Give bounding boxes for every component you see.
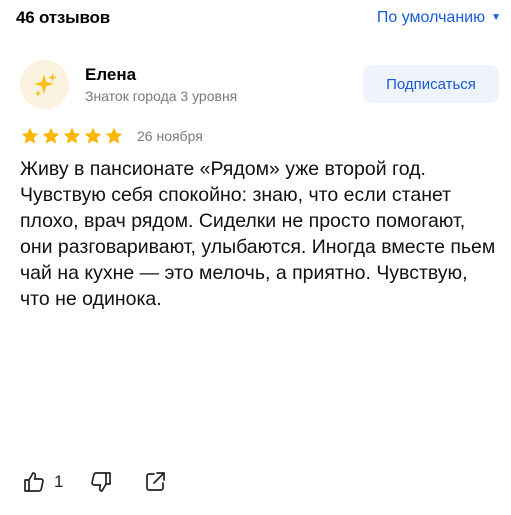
star-icon [21,127,39,144]
sparkles-icon [33,72,57,97]
rating-row: 26 ноября [20,126,203,146]
star-rating [20,126,124,146]
avatar[interactable] [20,60,69,109]
thumbs-down-icon[interactable] [89,470,113,494]
like-count: 1 [54,472,64,491]
author-status: Знаток города 3 уровня [85,88,238,104]
review-text: Живу в пансионате «Рядом» уже второй год… [20,158,496,310]
review-actions: 1 [22,470,167,494]
sort-label: По умолчанию [376,9,486,26]
caret-down-icon: ▼ [491,12,501,23]
star-icon [105,127,123,144]
review-date: 26 ноября [137,128,203,144]
star-icon [42,127,60,144]
reviews-header: 46 отзывов По умолчанию ▼ [16,6,501,30]
sort-dropdown[interactable]: По умолчанию ▼ [377,9,501,27]
subscribe-button[interactable]: Подписаться [363,65,499,103]
review-count: 46 отзывов [16,8,110,27]
review-author: Елена Знаток города 3 уровня [20,60,237,109]
thumbs-up-icon[interactable] [22,470,46,494]
share-icon[interactable] [143,470,167,494]
star-icon [84,127,102,144]
star-icon [63,127,81,144]
author-name[interactable]: Елена [85,65,237,85]
